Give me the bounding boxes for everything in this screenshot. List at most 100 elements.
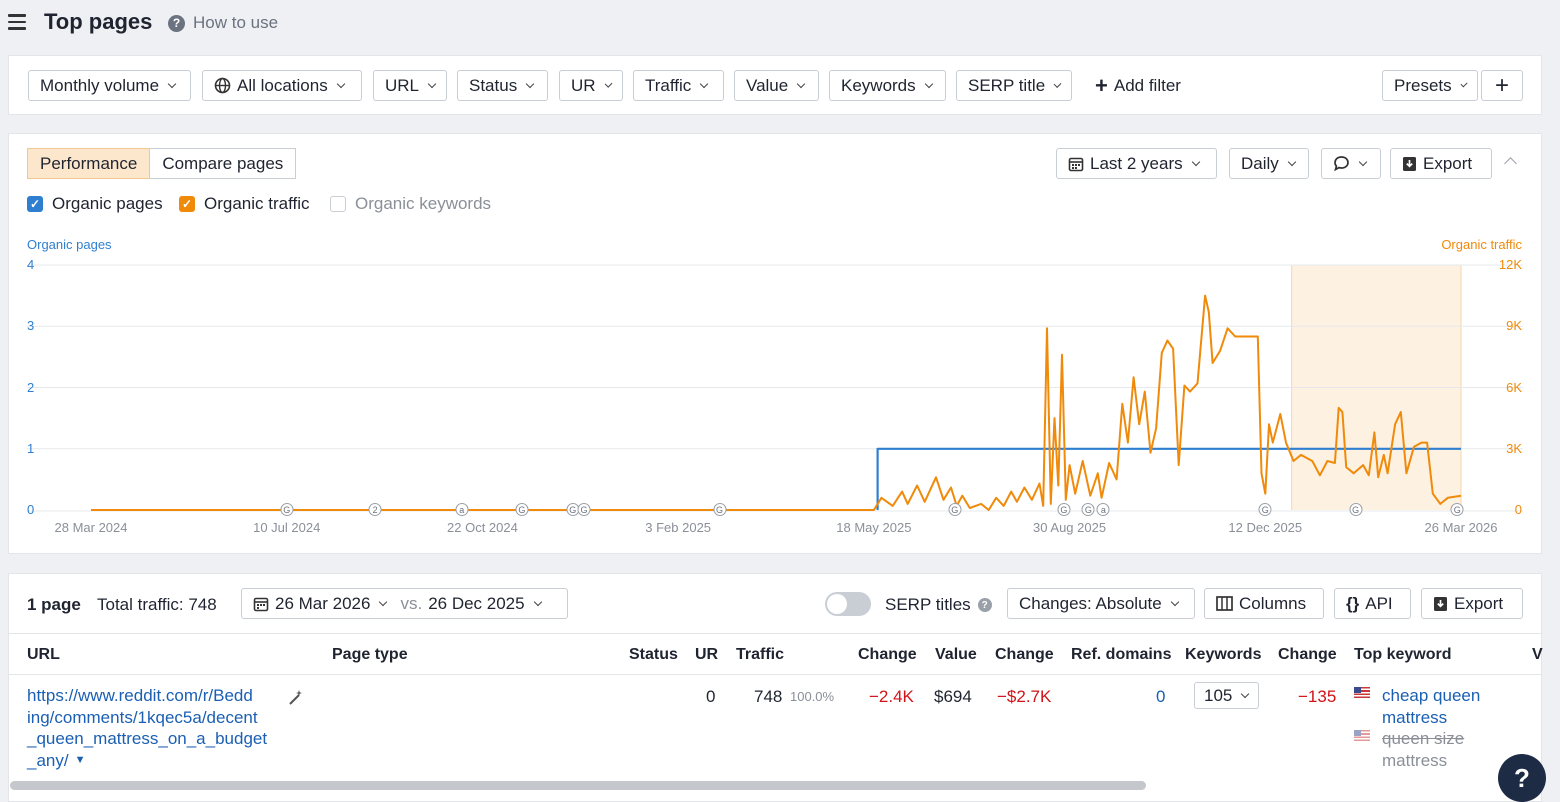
add-filter-label: Add filter	[1113, 75, 1181, 95]
keywords-filter-label: Keywords	[841, 75, 916, 95]
presets-label: Presets	[1394, 75, 1452, 95]
plus-icon: +	[1494, 71, 1509, 99]
monthly-volume-label: Monthly volume	[40, 75, 160, 95]
serp-titles-toggle[interactable]	[825, 592, 871, 616]
col-page-type[interactable]: Page type	[332, 646, 408, 664]
url-line[interactable]: https://www.reddit.com/r/Bedd	[27, 685, 267, 707]
annotation-marker-icon[interactable]: G	[280, 503, 294, 516]
traffic-filter[interactable]: Traffic	[633, 70, 724, 101]
chevron-down-icon	[379, 597, 388, 606]
changes-label: Changes: Absolute	[1019, 593, 1162, 613]
col-ref-domains[interactable]: Ref. domains	[1071, 646, 1171, 664]
col-keywords[interactable]: Keywords	[1185, 646, 1261, 664]
chevron-down-icon	[604, 79, 613, 88]
how-to-use-label: How to use	[193, 13, 279, 32]
ur-value: 0	[706, 687, 716, 706]
annotation-marker-icon[interactable]: G	[1081, 503, 1095, 516]
table-row-url[interactable]: https://www.reddit.com/r/Bedd ing/commen…	[27, 685, 267, 771]
top-pages-table-panel: 1 page Total traffic: 748 26 Mar 2026 vs…	[8, 573, 1543, 802]
download-icon	[1434, 596, 1447, 611]
keywords-dropdown[interactable]: 105	[1194, 682, 1259, 709]
locations-dropdown[interactable]: All locations	[202, 70, 362, 101]
keywords-filter[interactable]: Keywords	[829, 70, 946, 101]
right-axis-tick: 0	[1514, 502, 1522, 517]
right-axis-tick: 12K	[1498, 257, 1522, 272]
changes-dropdown[interactable]: Changes: Absolute	[1007, 588, 1195, 619]
annotation-marker-icon[interactable]: a	[455, 503, 469, 516]
serp-title-filter-label: SERP title	[968, 75, 1046, 95]
col-value-change[interactable]: Change	[995, 646, 1054, 664]
total-traffic: Total traffic: 748	[97, 595, 217, 614]
help-icon[interactable]: ?	[977, 598, 992, 612]
menu-icon[interactable]	[8, 14, 26, 30]
ref-domains-value[interactable]: 0	[1156, 687, 1165, 707]
value-filter[interactable]: Value	[734, 70, 819, 101]
chevron-down-icon	[1053, 79, 1062, 88]
top-keyword-link[interactable]: cheap queen mattress	[1382, 685, 1480, 728]
date-b-label: 26 Dec 2025	[428, 593, 525, 613]
columns-icon	[1216, 596, 1233, 611]
col-top-keyword[interactable]: Top keyword	[1354, 646, 1452, 664]
calendar-icon	[253, 597, 269, 611]
col-traffic[interactable]: Traffic	[736, 646, 784, 664]
second-keyword[interactable]: queen size mattress	[1382, 728, 1464, 771]
status-filter[interactable]: Status	[457, 70, 548, 101]
divider	[9, 674, 1541, 675]
col-value[interactable]: Value	[935, 646, 977, 664]
caret-down-icon[interactable]: ▼	[75, 750, 86, 772]
left-axis-tick: 1	[27, 440, 35, 456]
annotation-marker-icon[interactable]: 2	[368, 503, 382, 516]
url-filter-label: URL	[385, 75, 420, 95]
col-ur[interactable]: UR	[695, 646, 718, 664]
url-line[interactable]: _queen_mattress_on_a_budget	[27, 728, 267, 750]
annotation-marker-icon[interactable]: G	[948, 503, 962, 516]
filter-bar: Monthly volume All locations URL Status …	[8, 55, 1542, 115]
chevron-down-icon	[1460, 79, 1468, 88]
performance-chart-panel: Performance Compare pages Last 2 years D…	[8, 133, 1542, 554]
date-compare-dropdown[interactable]: 26 Mar 2026 vs. 26 Dec 2025	[241, 588, 568, 619]
chevron-down-icon	[533, 597, 542, 606]
col-traffic-change[interactable]: Change	[858, 646, 917, 664]
keyword-line[interactable]: mattress	[1382, 750, 1464, 772]
annotation-marker-icon[interactable]: G	[577, 503, 591, 516]
ur-filter[interactable]: UR	[559, 70, 623, 101]
value-filter-label: Value	[746, 75, 789, 95]
col-truncated[interactable]: V	[1532, 646, 1543, 664]
date-a-label: 26 Mar 2026	[275, 593, 371, 613]
add-filter-button[interactable]: + Add filter	[1084, 70, 1204, 101]
magic-wand-icon[interactable]	[287, 689, 304, 706]
chevron-down-icon	[924, 79, 933, 88]
annotation-marker-icon[interactable]: a	[1096, 503, 1110, 516]
presets-dropdown[interactable]: Presets	[1382, 70, 1478, 101]
url-filter[interactable]: URL	[373, 70, 447, 101]
col-keywords-change[interactable]: Change	[1278, 646, 1337, 664]
url-line[interactable]: _any/	[27, 750, 69, 772]
annotation-marker-icon[interactable]: G	[1349, 503, 1363, 516]
annotation-marker-icon[interactable]: G	[1258, 503, 1272, 516]
col-url[interactable]: URL	[27, 646, 60, 664]
annotation-marker-icon[interactable]: G	[713, 503, 727, 516]
annotation-marker-icon[interactable]: G	[1450, 503, 1464, 516]
serp-title-filter[interactable]: SERP title	[956, 70, 1072, 101]
horizontal-scrollbar[interactable]	[10, 781, 1146, 790]
monthly-volume-dropdown[interactable]: Monthly volume	[28, 70, 191, 101]
keyword-line[interactable]: queen size	[1382, 728, 1464, 750]
keyword-line[interactable]: cheap queen	[1382, 685, 1480, 707]
columns-button[interactable]: Columns	[1204, 588, 1324, 619]
page-title: Top pages	[44, 9, 153, 34]
question-mark-icon: ?	[1514, 762, 1530, 793]
add-preset-button[interactable]: +	[1481, 70, 1523, 101]
col-status[interactable]: Status	[629, 646, 678, 664]
keyword-line[interactable]: mattress	[1382, 707, 1480, 729]
how-to-use-link[interactable]: ? How to use	[168, 13, 278, 33]
annotation-marker-icon[interactable]: G	[515, 503, 529, 516]
help-chat-button[interactable]: ?	[1498, 754, 1546, 802]
url-line[interactable]: ing/comments/1kqec5a/decent	[27, 707, 267, 729]
chevron-down-icon	[167, 79, 177, 88]
api-button[interactable]: {} API	[1334, 588, 1411, 619]
locations-label: All locations	[237, 75, 328, 95]
table-export-button[interactable]: Export	[1421, 588, 1523, 619]
annotation-marker-icon[interactable]: G	[1057, 503, 1071, 516]
api-label: API	[1365, 593, 1393, 613]
traffic-share: 100.0%	[790, 689, 835, 704]
